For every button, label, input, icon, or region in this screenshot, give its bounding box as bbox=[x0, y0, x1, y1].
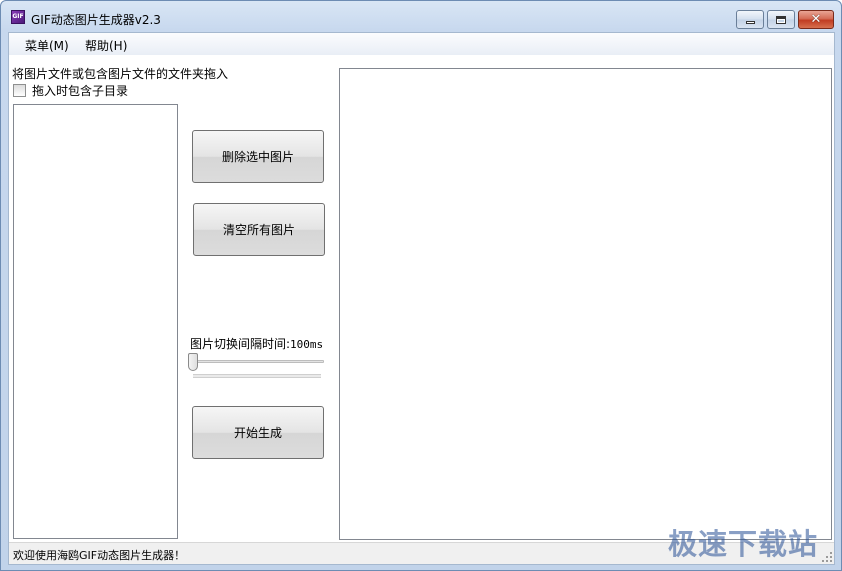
drop-instruction-label: 将图片文件或包含图片文件的文件夹拖入 bbox=[12, 67, 229, 81]
menu-item-help[interactable]: 帮助(H) bbox=[85, 37, 127, 54]
include-subdirs-option[interactable]: 拖入时包含子目录 bbox=[13, 82, 128, 99]
window-title: GIF动态图片生成器v2.3 bbox=[31, 13, 161, 27]
menu-item-menu[interactable]: 菜单(M) bbox=[25, 37, 69, 54]
resize-grip-icon[interactable] bbox=[820, 550, 832, 562]
title-bar[interactable]: GIF GIF动态图片生成器v2.3 ✕ bbox=[1, 1, 841, 32]
minimize-button[interactable] bbox=[736, 10, 764, 29]
status-text: 欢迎使用海鸥GIF动态图片生成器！ bbox=[13, 549, 186, 562]
client-area: 菜单(M) 帮助(H) 将图片文件或包含图片文件的文件夹拖入 拖入时包含子目录 … bbox=[8, 32, 835, 565]
maximize-icon bbox=[776, 15, 786, 24]
image-file-list[interactable] bbox=[13, 104, 178, 539]
include-subdirs-checkbox[interactable] bbox=[13, 84, 26, 97]
interval-label-text: 图片切换间隔时间: bbox=[190, 337, 291, 351]
minimize-icon bbox=[745, 21, 755, 24]
interval-value: 100ms bbox=[290, 338, 324, 351]
include-subdirs-label: 拖入时包含子目录 bbox=[32, 84, 129, 98]
menu-bar: 菜单(M) 帮助(H) bbox=[9, 33, 834, 55]
interval-slider-track[interactable] bbox=[193, 360, 324, 363]
delete-selected-button[interactable]: 删除选中图片 bbox=[192, 130, 324, 183]
close-icon: ✕ bbox=[810, 12, 822, 27]
close-button[interactable]: ✕ bbox=[798, 10, 834, 29]
interval-slider-ticks bbox=[193, 374, 321, 378]
work-area: 将图片文件或包含图片文件的文件夹拖入 拖入时包含子目录 删除选中图片 清空所有图… bbox=[9, 55, 834, 542]
maximize-button[interactable] bbox=[767, 10, 795, 29]
app-window: GIF GIF动态图片生成器v2.3 ✕ 菜单(M) 帮助(H) 将图片文件或包… bbox=[0, 0, 842, 571]
interval-label: 图片切换间隔时间:100ms bbox=[190, 335, 323, 352]
watermark-logo: 极速下载站 bbox=[668, 527, 819, 561]
start-generate-button[interactable]: 开始生成 bbox=[192, 406, 324, 459]
clear-all-button[interactable]: 清空所有图片 bbox=[193, 203, 325, 256]
interval-slider-thumb[interactable] bbox=[188, 353, 198, 371]
app-gif-icon: GIF bbox=[11, 10, 25, 24]
gif-preview-panel bbox=[339, 68, 832, 540]
